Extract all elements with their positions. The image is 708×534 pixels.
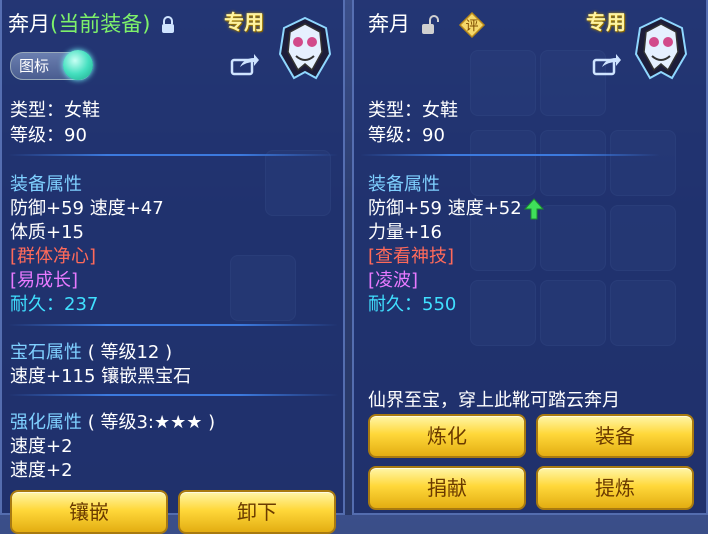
equipped-status: (当前装备): [50, 12, 151, 36]
strength-attr-header: 强化属性: [10, 412, 82, 433]
equipped-item-panel: 奔月(当前装备) 专用 图标 类型：女鞋 等级：90 装备属性 防御+59 速度…: [0, 0, 345, 534]
gem-attr-header: 宝石属性: [10, 342, 82, 363]
item-type: 类型：女鞋: [10, 100, 100, 121]
equip-attr-header: 装备属性: [10, 174, 82, 195]
compare-item-panel: 奔月 评 专用 类型：女鞋 等级：90 装备属性 防御+59 速度+52 力量+…: [352, 0, 708, 515]
boots-emblem-icon: [634, 16, 688, 80]
attr-line: 力量+16: [368, 222, 442, 243]
item-name: 奔月: [8, 12, 50, 36]
attr-line: 防御+59 速度+47: [10, 198, 164, 219]
inlay-button[interactable]: 镶嵌: [10, 490, 168, 534]
item-level: 等级：90: [10, 125, 87, 146]
strength-level: ( 等级3:★★★ ): [87, 412, 216, 433]
share-icon[interactable]: [230, 52, 260, 76]
durability: 耐久：237: [10, 294, 99, 315]
equip-button[interactable]: 装备: [536, 414, 694, 458]
divider: [8, 324, 338, 326]
durability: 耐久：550: [368, 294, 457, 315]
strength-attr-line: 速度+2: [10, 460, 73, 481]
strength-attr-line: 速度+2: [10, 436, 73, 457]
strength-attr-row: 强化属性 ( 等级3:★★★ ): [10, 408, 215, 434]
item-title: 奔月(当前装备): [8, 8, 175, 38]
divider: [8, 154, 338, 156]
skill-link[interactable]: [易成长]: [10, 266, 78, 292]
gem-attr-row: 宝石属性 ( 等级12 ): [10, 338, 172, 364]
exclusive-label: 专用: [586, 10, 626, 34]
attr-line-text: 防御+59 速度+52: [368, 198, 522, 219]
skill-link[interactable]: [群体净心]: [10, 242, 96, 268]
attr-line: 防御+59 速度+52: [368, 194, 544, 220]
skill-link[interactable]: [凌波]: [368, 266, 418, 292]
attr-line: 体质+15: [10, 222, 84, 243]
boots-emblem-icon: [278, 16, 332, 80]
refine-button[interactable]: 炼化: [368, 414, 526, 458]
lock-icon: [162, 16, 175, 33]
toggle-knob: [63, 50, 93, 80]
icon-toggle-label: 图标: [19, 57, 50, 75]
donate-button[interactable]: 捐献: [368, 466, 526, 510]
item-description: 仙界至宝，穿上此靴可踏云奔月: [368, 390, 620, 411]
rating-badge-icon[interactable]: 评: [458, 11, 486, 39]
rating-badge-text: 评: [465, 19, 478, 34]
unequip-button[interactable]: 卸下: [178, 490, 336, 534]
item-level: 等级：90: [368, 125, 445, 146]
item-type: 类型：女鞋: [368, 100, 458, 121]
divider: [8, 394, 338, 396]
item-name: 奔月: [368, 12, 410, 36]
unlock-icon[interactable]: [421, 15, 439, 35]
icon-toggle[interactable]: 图标: [10, 50, 93, 80]
extract-button[interactable]: 提炼: [536, 466, 694, 510]
equip-attr-header: 装备属性: [368, 174, 440, 195]
gem-level: ( 等级12 ): [87, 342, 173, 363]
exclusive-label: 专用: [224, 10, 264, 34]
share-icon[interactable]: [592, 52, 622, 76]
item-title: 奔月: [368, 8, 439, 38]
skill-link[interactable]: [查看神技]: [368, 242, 454, 268]
stat-up-arrow-icon: [523, 198, 544, 220]
gem-attr-line: 速度+115 镶嵌黑宝石: [10, 366, 192, 387]
divider: [360, 154, 660, 156]
